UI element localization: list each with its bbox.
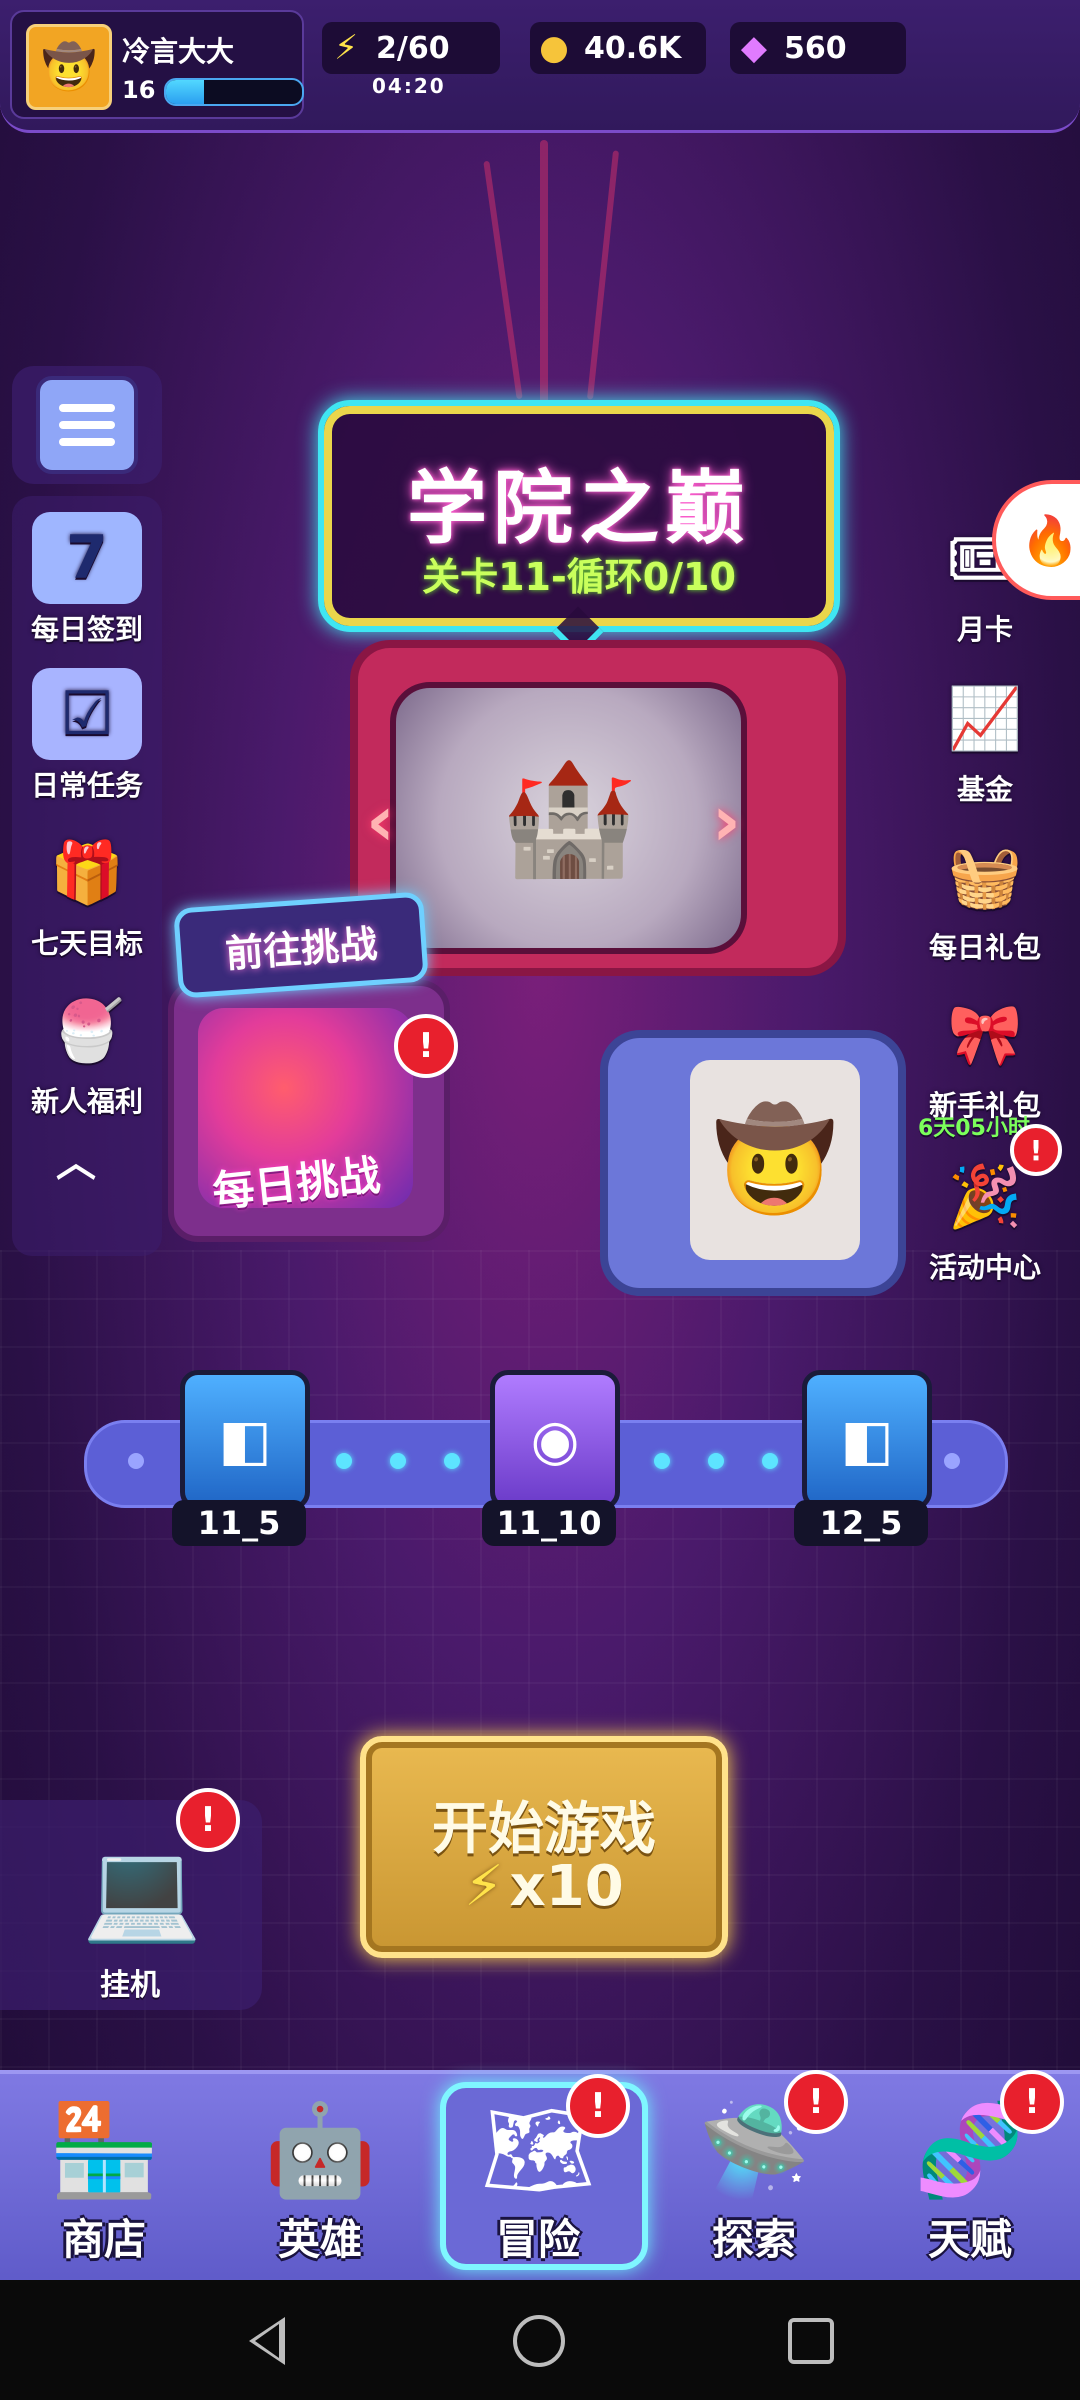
collapse-chevron-up-icon[interactable]: ︿ — [56, 1130, 96, 1188]
tab-adventure-label: 冒险 — [495, 2215, 580, 2264]
blue-chest-icon: ◧ — [218, 1407, 272, 1473]
coin-icon: ● — [539, 28, 569, 68]
daily-tasks-label: 日常任务 — [30, 769, 143, 802]
explore-alert-badge: ! — [784, 2070, 848, 2134]
track-dot — [444, 1453, 460, 1469]
energy-cost-value: x10 — [509, 1854, 624, 1919]
track-dot — [128, 1453, 144, 1469]
tab-explore-label: 探索 — [711, 2215, 796, 2264]
afk-label: 挂机 — [100, 1968, 160, 2003]
newbie-welfare-label: 新人福利 — [30, 1085, 143, 1118]
seven-day-goal-label: 七天目标 — [30, 927, 143, 960]
hero-preview-screen: 🤠 — [690, 1060, 860, 1260]
event-alert-badge: ! — [1010, 1124, 1062, 1176]
blue-chest-icon: ◧ — [840, 1407, 894, 1473]
tab-talent-label: 天赋 — [927, 2215, 1012, 2264]
xp-progress-fill — [166, 80, 205, 104]
start-game-label: 开始游戏 — [432, 1797, 656, 1862]
energy-value: 2/60 — [376, 30, 450, 66]
fund-icon: 📈 — [947, 683, 1023, 754]
cable-decoration — [483, 160, 523, 400]
previous-stage-arrow-icon[interactable]: ‹ — [366, 780, 395, 862]
cable-decoration — [586, 150, 620, 400]
talent-alert-badge: ! — [1000, 2070, 1064, 2134]
stage-label-11-10: 11_10 — [482, 1500, 616, 1546]
player-name: 冷言大大 — [122, 35, 235, 68]
hamburger-menu-icon — [36, 376, 138, 474]
track-dot — [708, 1453, 724, 1469]
reward-chest-12-5[interactable]: ◧ — [802, 1370, 932, 1510]
lightning-bolt-icon: ⚡ — [464, 1854, 504, 1919]
tab-hero[interactable]: 🤖 英雄 — [230, 2078, 410, 2278]
start-game-cost: ⚡ x10 — [366, 1854, 722, 1919]
back-icon[interactable] — [240, 2314, 294, 2368]
start-game-button[interactable]: 开始游戏 ⚡ x10 — [360, 1736, 728, 1958]
event-center-label: 活动中心 — [928, 1251, 1041, 1284]
daily-pack-button[interactable]: 🧺 每日礼包 — [910, 830, 1060, 966]
newbie-welfare-button[interactable]: 🍧 新人福利 — [12, 984, 162, 1120]
coin-value: 40.6K — [584, 30, 682, 66]
newbie-pack-button[interactable]: 🎀 新手礼包 — [910, 988, 1060, 1124]
track-dot — [390, 1453, 406, 1469]
daily-checkin-button[interactable]: 7 每日签到 — [12, 512, 162, 648]
stage-title-sign: 学院之巅 关卡11-循环0/10 — [318, 400, 840, 632]
reward-chest-11-5[interactable]: ◧ — [180, 1370, 310, 1510]
calendar-icon: 7 — [32, 512, 142, 604]
stage-subtitle: 关卡11-循环0/10 — [422, 555, 736, 599]
tab-hero-label: 英雄 — [277, 2215, 362, 2264]
track-dot — [654, 1453, 670, 1469]
gem-counter[interactable]: ◆ 560 — [730, 22, 906, 74]
energy-counter[interactable]: ⚡ 2/60 — [322, 22, 500, 74]
daily-tasks-button[interactable]: ☑ 日常任务 — [12, 668, 162, 804]
fund-label: 基金 — [956, 773, 1013, 806]
adventure-alert-badge: ! — [566, 2074, 630, 2138]
xp-progress-bar — [164, 78, 304, 106]
track-dot — [944, 1453, 960, 1469]
lightning-bolt-icon: ⚡ — [334, 28, 358, 68]
go-challenge-button[interactable]: 前往挑战 — [173, 891, 429, 999]
stage-preview-screen[interactable]: 🏰 — [390, 682, 747, 954]
tab-shop-label: 商店 — [61, 2215, 146, 2264]
next-stage-arrow-icon[interactable]: › — [712, 780, 741, 862]
gem-value: 560 — [784, 30, 847, 66]
recent-apps-icon[interactable] — [784, 2314, 838, 2368]
energy-timer: 04:20 — [372, 74, 446, 98]
track-dot — [336, 1453, 352, 1469]
track-dot — [762, 1453, 778, 1469]
home-icon[interactable] — [512, 2314, 566, 2368]
daily-challenge-alert-badge: ! — [394, 1014, 458, 1078]
main-menu-button[interactable] — [12, 366, 162, 484]
fire-icon: 🔥 — [1020, 512, 1080, 569]
shop-icon: 🏪 — [47, 2097, 161, 2203]
stage-label-11-5: 11_5 — [172, 1500, 306, 1546]
newbie-pack-icon: 🎀 — [947, 999, 1023, 1070]
daily-pack-label: 每日礼包 — [928, 931, 1041, 964]
player-profile[interactable]: 🤠 冷言大大 16 — [10, 10, 304, 119]
stage-label-12-5: 12_5 — [794, 1500, 928, 1546]
stage-title: 学院之巅 — [407, 462, 751, 555]
player-level: 16 — [122, 76, 156, 104]
fund-button[interactable]: 📈 基金 — [910, 672, 1060, 808]
gift-box-icon: 🎁 — [49, 837, 125, 908]
cable-decoration — [540, 140, 548, 410]
cowboy-avatar-icon: 🤠 — [41, 42, 97, 93]
welfare-bowl-icon: 🍧 — [49, 995, 125, 1066]
stage-castle-icon: 🏰 — [500, 753, 637, 882]
purple-chest-icon: ◉ — [530, 1407, 580, 1473]
daily-checkin-label: 每日签到 — [30, 613, 143, 646]
task-list-icon: ☑ — [32, 668, 142, 760]
daily-pack-icon: 🧺 — [947, 841, 1023, 912]
afk-alert-badge: ! — [176, 1788, 240, 1852]
monthly-card-label: 月卡 — [956, 613, 1013, 646]
coin-counter[interactable]: ● 40.6K — [530, 22, 706, 74]
player-avatar[interactable]: 🤠 — [26, 24, 112, 110]
cowboy-hero-icon: 🤠 — [712, 1101, 838, 1218]
reward-chest-11-10[interactable]: ◉ — [490, 1370, 620, 1510]
seven-day-goal-button[interactable]: 🎁 七天目标 — [12, 826, 162, 962]
diamond-icon: ◆ — [740, 28, 768, 68]
hero-icon: 🤖 — [263, 2097, 377, 2203]
tab-shop[interactable]: 🏪 商店 — [14, 2078, 194, 2278]
